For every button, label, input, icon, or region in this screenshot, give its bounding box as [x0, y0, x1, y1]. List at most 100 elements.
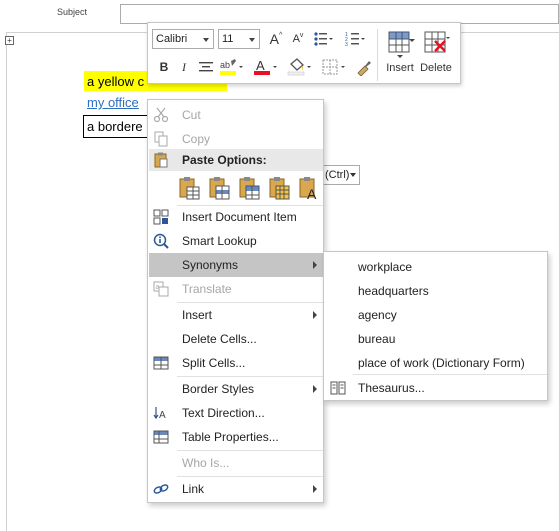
menu-item-label: Delete Cells... [182, 332, 257, 346]
synonym-item[interactable]: workplace [325, 255, 547, 279]
grow-font-button[interactable]: A ^ [266, 29, 286, 49]
synonym-item[interactable]: bureau [325, 327, 547, 351]
svg-text:A: A [256, 58, 265, 73]
synonym-label: bureau [358, 332, 396, 346]
menu-item-translate[interactable]: a Translate [149, 277, 323, 301]
smart-lookup-icon [153, 233, 169, 249]
italic-button[interactable]: I [174, 57, 194, 77]
copy-icon [154, 131, 168, 147]
subject-input[interactable] [120, 4, 559, 24]
chevron-right-icon [313, 311, 317, 319]
chevron-right-icon [313, 385, 317, 393]
menu-item-text-direction[interactable]: A Text Direction... [149, 401, 323, 425]
menu-item-label: Smart Lookup [182, 234, 257, 248]
paste-merge-table-icon [209, 177, 230, 200]
context-menu: Cut Copy Paste Options: A Insert Documen… [147, 99, 324, 503]
menu-item-label: Insert Document Item [182, 210, 297, 224]
borders-button[interactable] [320, 57, 348, 77]
menu-item-label: Synonyms [182, 258, 239, 272]
delete-button[interactable]: Delete [414, 27, 458, 81]
menu-item-link[interactable]: Link [149, 477, 323, 501]
paste-options-header: Paste Options: [149, 149, 323, 171]
highlighter-icon: ab [220, 59, 243, 75]
delete-table-icon [424, 31, 450, 53]
chevron-right-icon [313, 485, 317, 493]
chevron-down-icon [350, 173, 356, 177]
chevron-down-icon [249, 38, 255, 42]
synonym-item[interactable]: place of work (Dictionary Form) [325, 351, 547, 375]
menu-item-table-properties[interactable]: Table Properties... [149, 425, 323, 449]
table-move-handle-icon[interactable]: + [5, 36, 14, 45]
paint-bucket-icon [287, 58, 311, 76]
shrink-font-button[interactable]: Av [288, 29, 308, 49]
paste-options-label: Paste Options: [182, 153, 267, 167]
paste-overwrite-cells-icon [269, 177, 290, 200]
paste-insert-rows-button[interactable] [238, 175, 262, 201]
paste-nest-table-button[interactable] [178, 175, 202, 201]
shrink-font-icon: A [292, 33, 300, 45]
menu-item-split-cells[interactable]: Split Cells... [149, 351, 323, 375]
doc-text-yellow[interactable]: a yellow c [87, 74, 144, 89]
thesaurus-item[interactable]: Thesaurus... [325, 376, 547, 400]
svg-text:A: A [307, 186, 317, 201]
format-painter-button[interactable] [354, 57, 374, 77]
numbering-icon: 123 [345, 32, 365, 47]
synonym-label: headquarters [358, 284, 429, 298]
menu-item-smart-lookup[interactable]: Smart Lookup [149, 229, 323, 253]
menu-item-insert-document-item[interactable]: Insert Document Item [149, 205, 323, 229]
menu-item-synonyms[interactable]: Synonyms [149, 253, 323, 277]
font-size-dropdown[interactable]: 11 [218, 29, 260, 49]
svg-text:3: 3 [345, 42, 348, 47]
menu-item-border-styles[interactable]: Border Styles [149, 377, 323, 401]
translate-icon: a [153, 281, 169, 297]
body-left-edge [6, 32, 7, 531]
doc-link-text[interactable]: my office [87, 95, 139, 110]
doc-text-bordered[interactable]: a bordere [87, 119, 143, 134]
svg-text:ab: ab [220, 60, 230, 70]
font-color-icon: A [254, 58, 277, 75]
scissors-icon [153, 107, 169, 123]
highlight-color-button[interactable]: ab [218, 57, 246, 77]
paste-overwrite-cells-button[interactable] [268, 175, 292, 201]
paste-options-tag[interactable]: (Ctrl) [322, 165, 360, 185]
synonym-label: workplace [358, 260, 413, 274]
link-icon [153, 484, 169, 494]
chevron-down-icon [203, 38, 209, 42]
paste-tag-label: (Ctrl) [325, 169, 350, 181]
align-center-icon [199, 62, 213, 72]
paste-keep-text-only-button[interactable]: A [298, 175, 322, 201]
paste-merge-table-button[interactable] [208, 175, 232, 201]
thesaurus-label: Thesaurus... [358, 381, 425, 395]
thesaurus-book-icon [330, 381, 346, 395]
menu-item-delete-cells[interactable]: Delete Cells... [149, 327, 323, 351]
clipboard-icon [154, 152, 168, 168]
synonym-item[interactable]: headquarters [325, 279, 547, 303]
menu-item-who-is[interactable]: Who Is... [149, 451, 323, 475]
font-name-dropdown[interactable]: Calibri [152, 29, 214, 49]
paste-text-only-icon: A [299, 177, 317, 201]
menu-item-label: Table Properties... [182, 430, 279, 444]
numbering-button[interactable]: 123 [342, 29, 368, 49]
svg-text:A: A [159, 410, 166, 421]
menu-item-label: Insert [182, 308, 213, 322]
bullets-icon [314, 32, 333, 46]
bold-button[interactable]: B [154, 57, 174, 77]
menu-item-label: Translate [182, 282, 232, 296]
bullets-button[interactable] [310, 29, 336, 49]
subject-label: Subject [57, 7, 88, 17]
menu-item-label: Link [182, 482, 205, 496]
menu-item-cut[interactable]: Cut [149, 103, 323, 127]
shading-button[interactable] [286, 57, 314, 77]
delete-label: Delete [420, 62, 452, 74]
synonym-label: agency [358, 308, 397, 322]
menu-item-label: Copy [182, 132, 211, 146]
center-align-button[interactable] [196, 57, 216, 77]
synonyms-submenu: workplace headquarters agency bureau pla… [323, 251, 548, 401]
synonym-label: place of work (Dictionary Form) [358, 356, 525, 370]
synonym-item[interactable]: agency [325, 303, 547, 327]
document-item-icon [153, 209, 169, 225]
font-color-button[interactable]: A [252, 57, 280, 77]
menu-item-copy[interactable]: Copy [149, 127, 323, 151]
menu-item-label: Who Is... [182, 456, 230, 470]
menu-item-insert[interactable]: Insert [149, 303, 323, 327]
